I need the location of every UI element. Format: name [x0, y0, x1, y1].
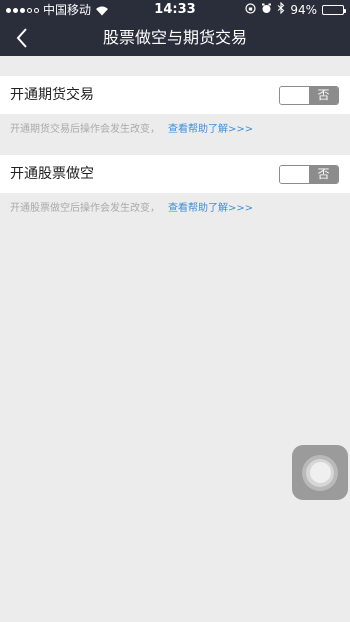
battery-percent: 94% — [290, 3, 317, 17]
futures-trading-row: 开通期货交易 否 — [0, 76, 350, 114]
short-selling-hint: 开通股票做空后操作会发生改变， 查看帮助了解>>> — [10, 199, 253, 214]
futures-trading-toggle[interactable]: 否 — [279, 86, 339, 105]
status-bar: 中国移动 14:33 94% — [0, 0, 350, 20]
rotation-lock-icon — [245, 0, 256, 20]
assistive-touch-button[interactable] — [292, 445, 348, 500]
battery-icon — [322, 5, 346, 15]
status-right: 94% — [245, 0, 346, 20]
futures-trading-hint: 开通期货交易后操作会发生改变， 查看帮助了解>>> — [10, 120, 253, 135]
top-bar: 中国移动 14:33 94% 股票做空与期货交易 — [0, 0, 350, 56]
hint-text: 开通股票做空后操作会发生改变， — [10, 203, 160, 214]
toggle-knob — [280, 87, 310, 104]
futures-trading-label: 开通期货交易 — [10, 87, 94, 103]
toggle-knob — [280, 166, 310, 183]
short-selling-label: 开通股票做空 — [10, 166, 94, 182]
short-selling-help-link[interactable]: 查看帮助了解>>> — [168, 203, 253, 214]
page-title: 股票做空与期货交易 — [102, 28, 247, 47]
nav-bar: 股票做空与期货交易 — [0, 20, 350, 56]
assistive-touch-icon — [302, 454, 338, 491]
short-selling-row: 开通股票做空 否 — [0, 155, 350, 193]
short-selling-toggle[interactable]: 否 — [279, 165, 339, 184]
bluetooth-icon — [277, 0, 285, 20]
toggle-off-label: 否 — [309, 87, 338, 104]
hint-text: 开通期货交易后操作会发生改变， — [10, 124, 160, 135]
futures-help-link[interactable]: 查看帮助了解>>> — [168, 124, 253, 135]
toggle-off-label: 否 — [309, 166, 338, 183]
alarm-icon — [261, 0, 272, 20]
